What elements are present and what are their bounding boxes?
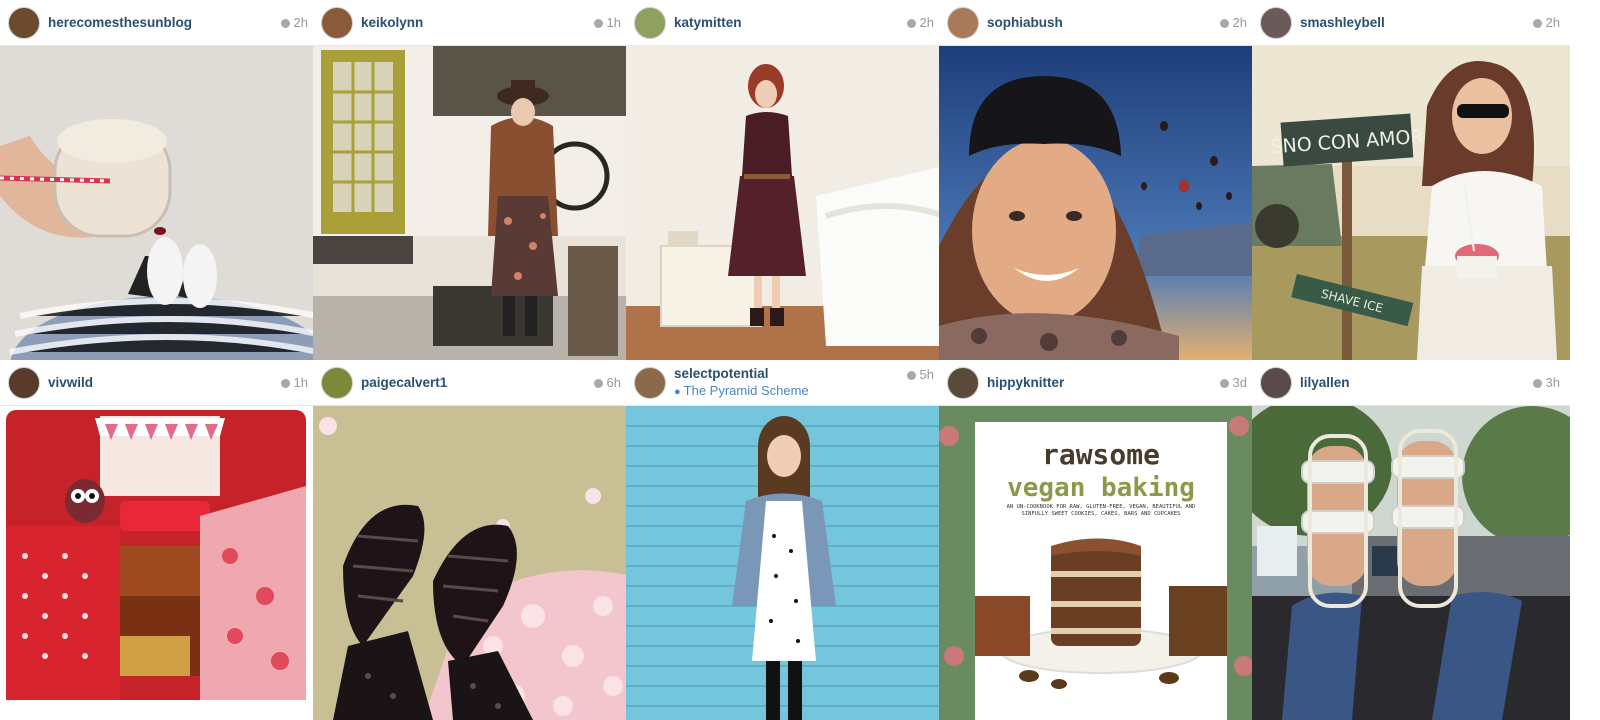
clock-icon <box>593 379 603 388</box>
timestamp: 1h <box>593 15 621 30</box>
photo-feed-grid: herecomesthesunblog 2h keikolynn 1h katy… <box>0 0 1600 720</box>
book-title-line1: rawsome <box>1042 438 1160 471</box>
clock-icon <box>1532 19 1542 28</box>
timestamp-text: 2h <box>1232 15 1247 30</box>
post-card: lilyallen 3h <box>1252 360 1570 720</box>
post-header: lilyallen 3h <box>1252 360 1570 406</box>
post-header: keikolynn 1h <box>313 0 631 46</box>
clock-icon <box>1532 379 1542 388</box>
post-photo[interactable] <box>1252 406 1570 720</box>
location-text: The Pyramid Scheme <box>683 383 809 398</box>
username-link[interactable]: keikolynn <box>361 15 423 30</box>
post-photo[interactable] <box>0 46 318 360</box>
username-link[interactable]: vivwild <box>48 375 93 390</box>
avatar[interactable] <box>947 7 979 39</box>
username-link[interactable]: katymitten <box>674 15 742 30</box>
caravan-interior-icon <box>0 406 318 720</box>
post-card: hippyknitter 3d rawsome vegan baking AN … <box>939 360 1257 720</box>
post-card: herecomesthesunblog 2h <box>0 0 318 360</box>
timestamp-text: 2h <box>1545 15 1560 30</box>
post-photo[interactable] <box>626 406 944 720</box>
timestamp-text: 2h <box>919 15 934 30</box>
timestamp: 1h <box>280 375 308 390</box>
timestamp: 6h <box>593 375 621 390</box>
post-card: paigecalvert1 6h <box>313 360 631 720</box>
username-link[interactable]: sophiabush <box>987 15 1063 30</box>
post-header: paigecalvert1 6h <box>313 360 631 406</box>
post-header: katymitten 2h <box>626 0 944 46</box>
brick-wall-outfit-icon <box>626 406 944 720</box>
post-photo[interactable] <box>0 406 318 720</box>
timestamp: 2h <box>280 15 308 30</box>
jelly-shoes-icon <box>313 406 631 720</box>
sandals-car-icon <box>1252 406 1570 720</box>
bedroom-dress-icon <box>626 46 944 360</box>
location-pin-icon: ● <box>674 386 681 398</box>
timestamp-text: 3h <box>1545 375 1560 390</box>
cookbook-icon: rawsome vegan baking AN UN-COOKBOOK FOR … <box>939 406 1257 720</box>
timestamp-text: 6h <box>606 375 621 390</box>
book-author: Emily von Euw <box>1048 693 1155 708</box>
clock-icon <box>906 371 916 380</box>
clock-icon <box>1219 379 1229 388</box>
avatar[interactable] <box>947 367 979 399</box>
username-link[interactable]: herecomesthesunblog <box>48 15 192 30</box>
avatar[interactable] <box>1260 367 1292 399</box>
post-card: vivwild 1h <box>0 360 318 720</box>
timestamp-text: 1h <box>606 15 621 30</box>
post-photo[interactable] <box>313 46 631 360</box>
timestamp-text: 3d <box>1232 375 1247 390</box>
post-card: sophiabush 2h <box>939 0 1257 360</box>
post-photo[interactable]: rawsome vegan baking AN UN-COOKBOOK FOR … <box>939 406 1257 720</box>
location-link[interactable]: ● The Pyramid Scheme <box>674 383 809 398</box>
beanie-selfie-icon <box>939 46 1257 360</box>
username-link[interactable]: selectpotential <box>674 366 769 381</box>
timestamp-text: 2h <box>293 15 308 30</box>
street-outfit-icon <box>313 46 631 360</box>
timestamp: 3d <box>1219 375 1247 390</box>
timestamp: 3h <box>1532 375 1560 390</box>
timestamp: 2h <box>906 15 934 30</box>
avatar[interactable] <box>321 367 353 399</box>
timestamp-text: 1h <box>293 375 308 390</box>
book-subtitle: AN UN-COOKBOOK FOR RAW, GLUTEN-FREE, VEG… <box>1006 504 1196 517</box>
post-header: smashleybell 2h <box>1252 0 1570 46</box>
post-photo[interactable] <box>626 46 944 360</box>
post-photo[interactable]: SNO CON AMOR SHAVE ICE <box>1252 46 1570 360</box>
book-title-line2: vegan baking <box>1007 473 1195 503</box>
post-header: hippyknitter 3d <box>939 360 1257 406</box>
post-card: katymitten 2h <box>626 0 944 360</box>
post-header: vivwild 1h <box>0 360 318 406</box>
timestamp: 2h <box>1532 15 1560 30</box>
avatar[interactable] <box>634 7 666 39</box>
post-card: selectpotential ● The Pyramid Scheme 5h <box>626 360 944 720</box>
sno-con-amor-icon: SNO CON AMOR SHAVE ICE <box>1252 46 1570 360</box>
timestamp: 2h <box>1219 15 1247 30</box>
post-card: smashleybell 2h SNO CON AMOR SHAVE ICE <box>1252 0 1570 360</box>
username-link[interactable]: lilyallen <box>1300 375 1350 390</box>
username-link[interactable]: paigecalvert1 <box>361 375 447 390</box>
timestamp: 5h <box>906 367 934 382</box>
username-link[interactable]: hippyknitter <box>987 375 1064 390</box>
avatar[interactable] <box>8 367 40 399</box>
clock-icon <box>1219 19 1229 28</box>
post-photo[interactable] <box>313 406 631 720</box>
avatar[interactable] <box>321 7 353 39</box>
timestamp-text: 5h <box>919 367 934 382</box>
clock-icon <box>280 379 290 388</box>
avatar[interactable] <box>8 7 40 39</box>
avatar[interactable] <box>1260 7 1292 39</box>
post-header: selectpotential ● The Pyramid Scheme 5h <box>626 360 944 406</box>
post-header: herecomesthesunblog 2h <box>0 0 318 46</box>
username-link[interactable]: smashleybell <box>1300 15 1385 30</box>
post-header: sophiabush 2h <box>939 0 1257 46</box>
clock-icon <box>906 19 916 28</box>
smoothie-shoes-icon <box>0 46 318 360</box>
post-photo[interactable] <box>939 46 1257 360</box>
post-card: keikolynn 1h <box>313 0 631 360</box>
avatar[interactable] <box>634 367 666 399</box>
clock-icon <box>280 19 290 28</box>
clock-icon <box>593 19 603 28</box>
